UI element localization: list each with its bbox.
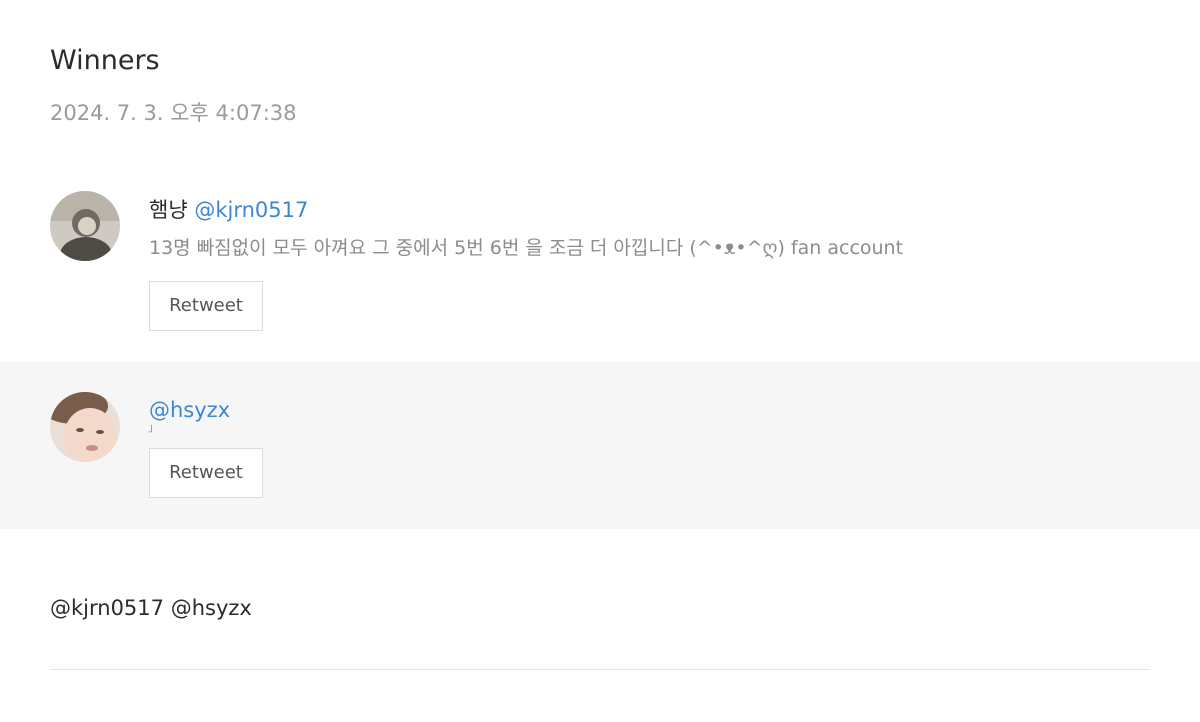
mentions-line: @kjrn0517 @hsyzx bbox=[50, 596, 252, 620]
user-bio: 13명 빠짐없이 모두 아껴요 그 중에서 5번 6번 을 조금 더 아낍니다 … bbox=[149, 237, 904, 259]
user-handle-link[interactable]: @hsyzx bbox=[149, 398, 230, 422]
user-handle-link[interactable]: @kjrn0517 bbox=[194, 198, 308, 222]
avatar-photo bbox=[50, 392, 120, 462]
user-bio: 」 bbox=[148, 421, 159, 434]
user-line: @hsyzx bbox=[149, 396, 230, 424]
avatar[interactable] bbox=[50, 191, 120, 261]
winner-entry: 햄냥 @kjrn0517 13명 빠짐없이 모두 아껴요 그 중에서 5번 6번… bbox=[0, 168, 1200, 362]
avatar[interactable] bbox=[50, 392, 120, 462]
divider bbox=[50, 669, 1150, 670]
display-name: 햄냥 bbox=[149, 198, 188, 222]
winner-entry: @hsyzx 」 Retweet bbox=[0, 362, 1200, 529]
user-line: 햄냥 @kjrn0517 bbox=[149, 196, 308, 224]
retweet-button[interactable]: Retweet bbox=[149, 281, 263, 331]
avatar-photo bbox=[50, 191, 120, 261]
page-title: Winners bbox=[50, 45, 160, 76]
winners-page: Winners 2024. 7. 3. 오후 4:07:38 햄냥 @kjrn0… bbox=[0, 0, 1200, 722]
timestamp: 2024. 7. 3. 오후 4:07:38 bbox=[50, 101, 297, 125]
retweet-button[interactable]: Retweet bbox=[149, 448, 263, 498]
